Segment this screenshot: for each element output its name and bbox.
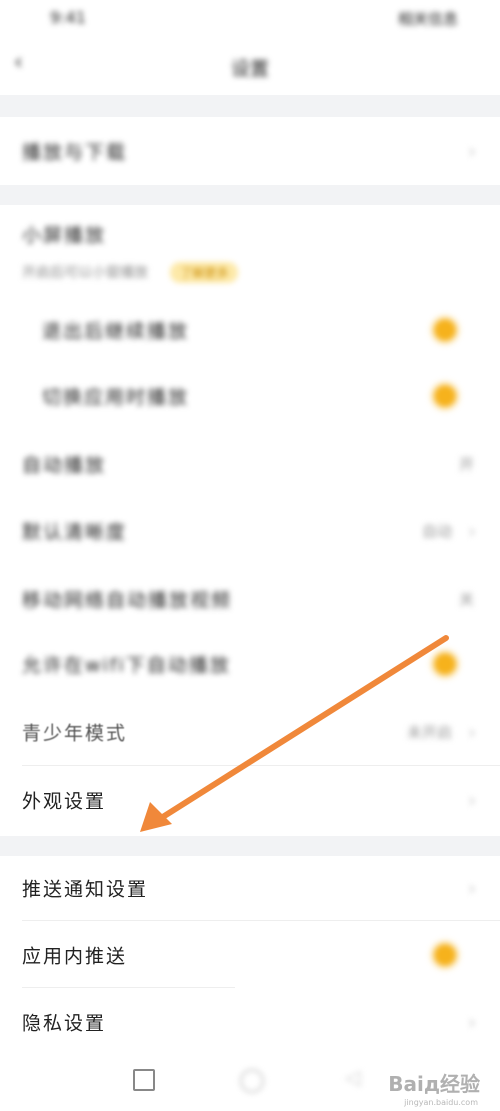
- annotation-arrow-icon: [140, 635, 449, 832]
- arrow-shaft: [155, 635, 449, 823]
